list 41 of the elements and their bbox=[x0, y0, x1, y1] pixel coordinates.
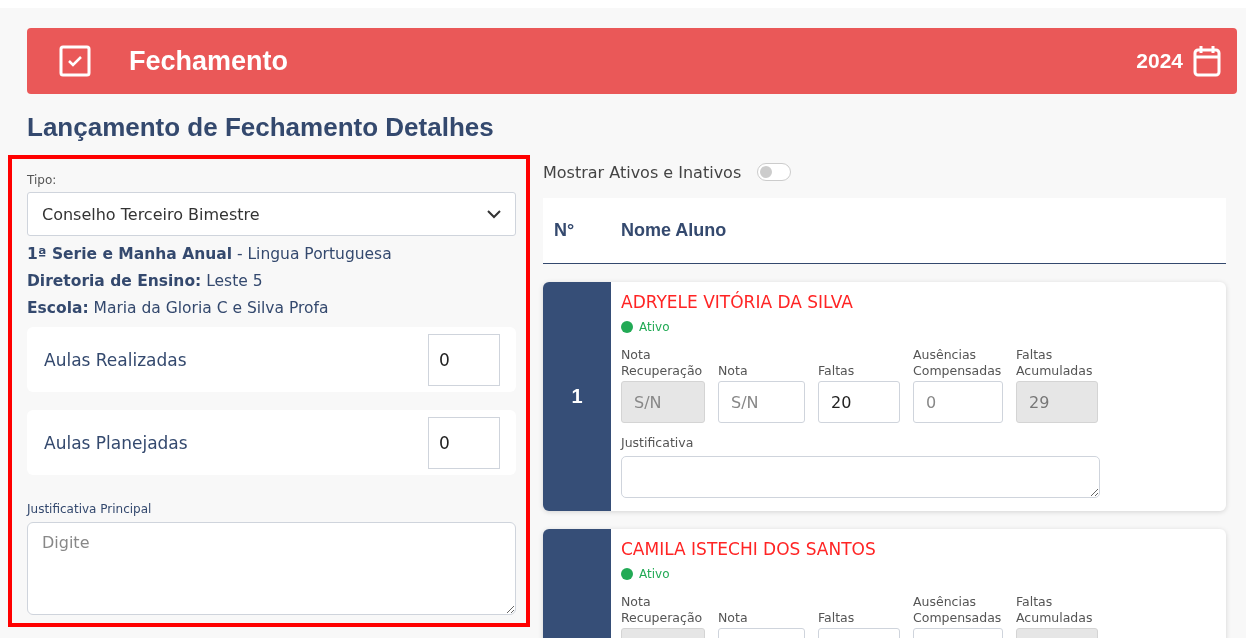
checkbox-icon bbox=[59, 45, 91, 77]
student-name[interactable]: ADRYELE VITÓRIA DA SILVA bbox=[621, 292, 853, 312]
grade-input[interactable]: S/N bbox=[718, 381, 805, 423]
status-label: Ativo bbox=[639, 320, 670, 334]
type-dropdown[interactable]: Conselho Terceiro Bimestre bbox=[27, 192, 516, 236]
field-label: Justificativa Principal bbox=[27, 502, 152, 516]
page-title: Lançamento de Fechamento Detalhes bbox=[27, 112, 495, 143]
grade-input[interactable]: 20 bbox=[818, 381, 900, 423]
field-label: Ausências Compensadas bbox=[913, 594, 1003, 626]
student-name[interactable]: CAMILA ISTECHI DOS SANTOS bbox=[621, 539, 876, 559]
info-text: 1ª Serie e Manha Anual - Lingua Portuguesa bbox=[27, 245, 393, 263]
grade-input[interactable]: 0 bbox=[913, 381, 1003, 423]
counter-label: Aulas Realizadas bbox=[44, 349, 187, 370]
field-label: Nota bbox=[718, 610, 749, 626]
column-header: Nome Aluno bbox=[621, 220, 727, 241]
field-label: Faltas Acumuladas bbox=[1016, 594, 1094, 626]
counter-input[interactable]: 0 bbox=[428, 416, 500, 469]
field-label: Nota Recuperação bbox=[621, 347, 704, 379]
field-label: Justificativa bbox=[621, 435, 694, 450]
year-label: 2024 bbox=[1136, 49, 1183, 73]
status-label: Ativo bbox=[639, 567, 670, 581]
field-label: Nota Recuperação bbox=[621, 594, 704, 626]
justification-field[interactable]: Digite bbox=[27, 522, 516, 615]
info-text: Escola: Maria da Gloria C e Silva Profa bbox=[27, 299, 330, 317]
counter-input[interactable]: 0 bbox=[428, 333, 500, 386]
field-label: Faltas bbox=[818, 610, 856, 626]
chevron-down-icon bbox=[487, 209, 501, 219]
field-label: Tipo: bbox=[27, 173, 57, 187]
row-number: 1 bbox=[571, 385, 583, 408]
field-label: Ausências Compensadas bbox=[913, 347, 1003, 379]
counter-label: Aulas Planejadas bbox=[44, 432, 188, 453]
field-label: Faltas bbox=[818, 363, 856, 379]
field-label: Faltas Acumuladas bbox=[1016, 347, 1094, 379]
toggle-switch[interactable] bbox=[757, 163, 792, 181]
toggle-label: Mostrar Ativos e Inativos bbox=[543, 162, 742, 182]
info-text: Diretoria de Ensino: Leste 5 bbox=[27, 272, 264, 290]
header-title: Fechamento bbox=[129, 45, 290, 77]
field-label: Nota bbox=[718, 363, 749, 379]
column-header: N° bbox=[553, 220, 576, 241]
justification-field[interactable] bbox=[621, 456, 1100, 498]
calendar-icon[interactable] bbox=[1193, 45, 1221, 77]
